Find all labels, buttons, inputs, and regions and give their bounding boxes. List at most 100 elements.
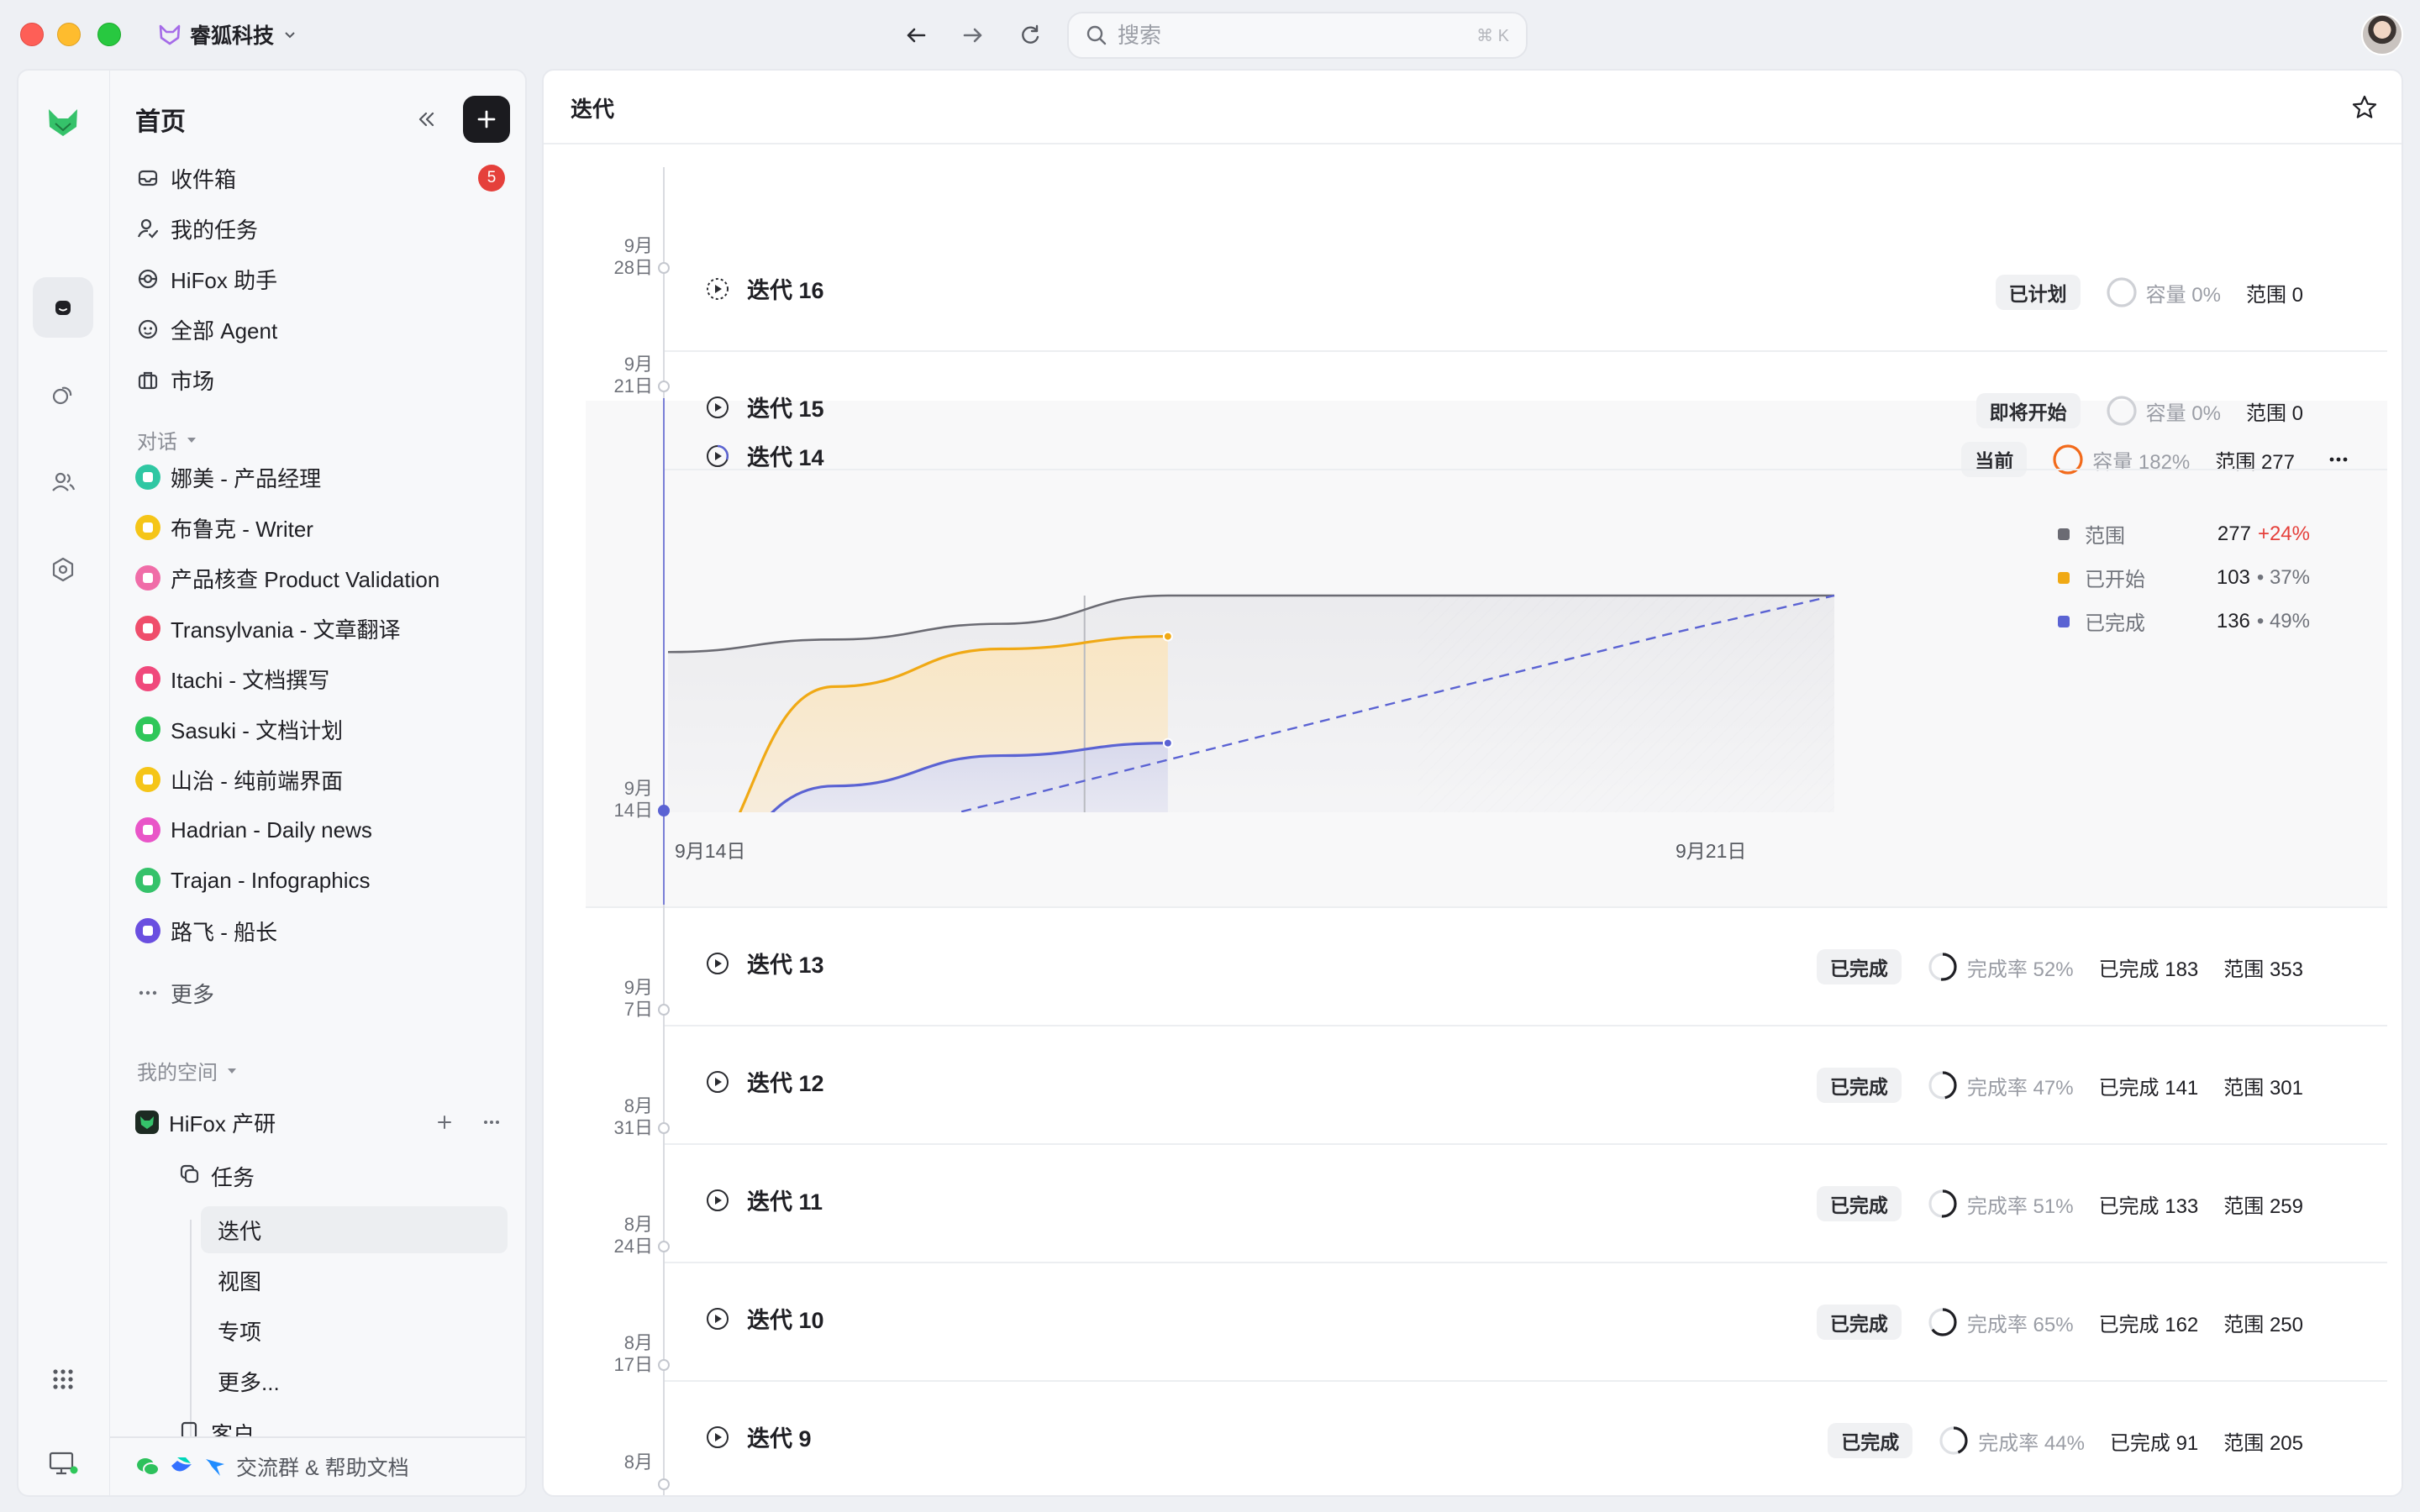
nav-inbox[interactable]: 收件箱 5: [135, 155, 510, 202]
iteration-name-label: 迭代 13: [747, 953, 824, 978]
legend-swatch: [2058, 528, 2070, 540]
iteration-play-icon: [707, 1307, 729, 1330]
refresh-button[interactable]: [1013, 18, 1047, 52]
space-more-button[interactable]: [473, 1104, 510, 1141]
my-space-section-label: 我的空间: [137, 1062, 218, 1084]
conversation-label: Hadrian - Daily news: [171, 816, 372, 843]
wechat-icon: [137, 1458, 160, 1476]
fox-logo-icon: [159, 24, 181, 45]
agent-avatar-icon: [135, 868, 160, 893]
conversation-item[interactable]: 布鲁克 - Writer: [135, 504, 510, 551]
done-count-label: 已完成 183: [2098, 958, 2199, 981]
done-count-label: 已完成 141: [2098, 1076, 2199, 1100]
nav-my-tasks[interactable]: 我的任务: [135, 205, 510, 252]
nav-market-label: 市场: [171, 368, 215, 394]
conversations-section-toggle[interactable]: 对话: [137, 425, 197, 454]
caret-down-icon: [187, 437, 196, 443]
conversation-item[interactable]: Trajan - Infographics: [135, 857, 510, 904]
dingtalk-icon: [206, 1459, 224, 1476]
iteration-row[interactable]: 迭代 10 已完成 完成率 65% 已完成 162 范围 250: [665, 1263, 2387, 1382]
completion-ring-icon: [1939, 1426, 1968, 1455]
sub-item-views[interactable]: 视图: [201, 1257, 508, 1304]
conversation-item[interactable]: Itachi - 文档撰写: [135, 655, 510, 702]
inbox-count-badge: 5: [478, 165, 505, 192]
rail-settings[interactable]: [33, 539, 93, 600]
legend-extra: • 37%: [2256, 565, 2310, 589]
more-dots-icon: [484, 1121, 499, 1124]
forward-button[interactable]: [956, 18, 990, 52]
iteration-play-icon: [707, 1070, 729, 1093]
iteration-row[interactable]: 迭代 16 已计划 容量 0% 范围 0: [665, 234, 2387, 352]
plus-icon: [477, 110, 496, 129]
iteration-name: 迭代 15: [705, 391, 824, 423]
space-hifox[interactable]: HiFox 产研: [135, 1099, 510, 1146]
legend-swatch: [2058, 571, 2070, 584]
conversation-label: 山治 - 纯前端界面: [171, 768, 344, 794]
iteration-row[interactable]: 迭代 11 已完成 完成率 51% 已完成 133 范围 259: [665, 1145, 2387, 1263]
started-endpoint: [1162, 631, 1173, 642]
sidebar-header: 首页: [135, 96, 510, 143]
legend-extra: +24%: [2257, 522, 2310, 545]
user-task-icon: [135, 216, 160, 241]
help-footer[interactable]: 交流群 & 帮助文档: [110, 1436, 525, 1495]
iteration-row[interactable]: 迭代 15 即将开始 容量 0% 范围 0: [665, 352, 2387, 470]
rail-apps[interactable]: [33, 1349, 93, 1410]
conversation-item[interactable]: 山治 - 纯前端界面: [135, 756, 510, 803]
conversation-item[interactable]: 娜美 - 产品经理: [135, 454, 510, 501]
search-bar[interactable]: ⌘ K: [1067, 12, 1528, 59]
collapse-sidebar-button[interactable]: [408, 101, 445, 138]
iteration-planned-icon: [707, 277, 729, 300]
conversation-item[interactable]: 路飞 - 船长: [135, 907, 510, 954]
search-input[interactable]: [1118, 22, 1467, 49]
user-avatar[interactable]: [2361, 13, 2403, 55]
arrow-left-icon: [907, 28, 926, 43]
sub-item-iterations[interactable]: 迭代: [201, 1206, 508, 1253]
conversation-item[interactable]: Sasuki - 文档计划: [135, 706, 510, 753]
conversation-item[interactable]: Hadrian - Daily news: [135, 806, 510, 853]
conversation-item[interactable]: Transylvania - 文章翻译: [135, 605, 510, 652]
rail-home[interactable]: [33, 277, 93, 338]
conversation-label: 路飞 - 船长: [171, 919, 278, 945]
iteration-row[interactable]: 迭代 13 已完成 完成率 52% 已完成 183 范围 353: [665, 908, 2387, 1026]
space-tasks[interactable]: 任务: [177, 1152, 510, 1200]
nav-all-agents-label: 全部 Agent: [171, 318, 278, 344]
iteration-play-icon: [707, 952, 729, 974]
nav-market[interactable]: 市场: [135, 356, 510, 403]
rail-contacts[interactable]: [33, 452, 93, 512]
scope-label: 范围 205: [2223, 1431, 2303, 1455]
iteration-name-label: 迭代 10: [747, 1308, 824, 1333]
rail-device[interactable]: [33, 1433, 93, 1494]
iteration-row-current[interactable]: 迭代 14 当前 容量 182% 范围 277 9月14日 9月21日 范围 27…: [586, 401, 2387, 908]
space-add-button[interactable]: [426, 1104, 463, 1141]
status-badge: 已完成: [1828, 1423, 1913, 1458]
iteration-name: 迭代 9: [705, 1420, 812, 1453]
iteration-row[interactable]: 迭代 9 已完成 完成率 44% 已完成 91 范围 205: [665, 1382, 2387, 1495]
sub-item-more[interactable]: 更多...: [201, 1357, 508, 1404]
close-window-button[interactable]: [20, 23, 44, 46]
capacity-label: 容量 0%: [2145, 402, 2221, 425]
back-button[interactable]: [899, 18, 933, 52]
conversation-item[interactable]: 产品核查 Product Validation: [135, 554, 510, 601]
minimize-window-button[interactable]: [57, 23, 81, 46]
sub-item-projects[interactable]: 专项: [201, 1307, 508, 1354]
iteration-meta: 即将开始 容量 0% 范围 0: [1975, 389, 2303, 433]
iteration-row[interactable]: 迭代 12 已完成 完成率 47% 已完成 141 范围 301: [665, 1026, 2387, 1145]
hexagon-settings-icon: [52, 557, 74, 582]
app-logo[interactable]: [33, 92, 93, 153]
completion-rate-indicator: 完成率 51%: [1927, 1188, 2074, 1220]
my-space-section-toggle[interactable]: 我的空间: [137, 1056, 238, 1085]
favorite-button[interactable]: [2346, 89, 2383, 126]
rail-chat[interactable]: [33, 365, 93, 425]
nav-all-agents[interactable]: 全部 Agent: [135, 306, 510, 353]
double-chevron-left-icon: [418, 112, 434, 127]
nav-assistant[interactable]: HiFox 助手: [135, 255, 510, 302]
completion-rate-label: 完成率 51%: [1966, 1194, 2074, 1218]
timeline-date-label: 9月 7日: [623, 977, 653, 1020]
iteration-meta: 已完成 完成率 65% 已完成 162 范围 250: [1816, 1300, 2303, 1344]
org-switcher[interactable]: 睿狐科技: [158, 18, 297, 50]
conversations-more[interactable]: 更多: [135, 969, 510, 1016]
new-button[interactable]: [463, 96, 510, 143]
legend-item: 已开始 103 • 37%: [2058, 563, 2310, 592]
conversation-label: Transylvania - 文章翻译: [171, 617, 401, 643]
maximize-window-button[interactable]: [97, 23, 121, 46]
